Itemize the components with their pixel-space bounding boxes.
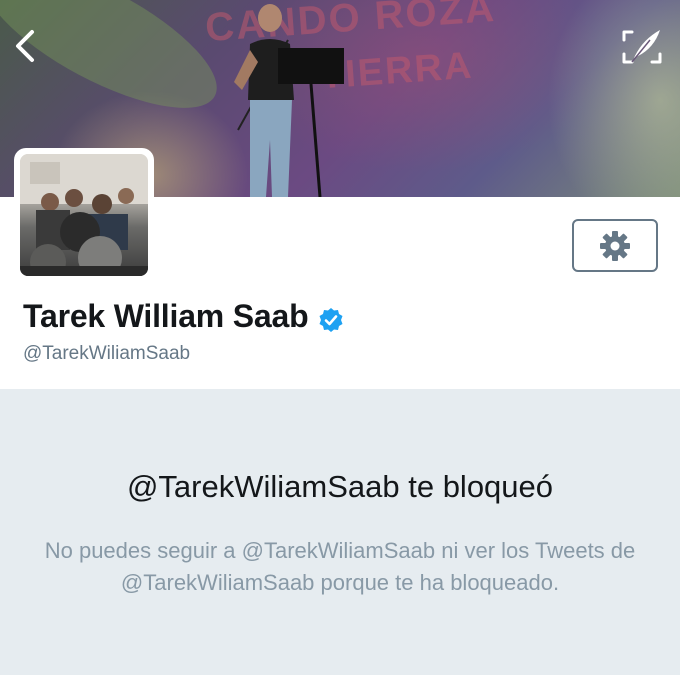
verified-badge-icon: [319, 308, 343, 332]
compose-icon[interactable]: [620, 26, 664, 68]
gear-icon: [600, 230, 630, 261]
avatar[interactable]: [14, 148, 154, 282]
blocked-notice: @TarekWiliamSaab te bloqueó No puedes se…: [0, 389, 680, 675]
avatar-caption: [20, 266, 148, 276]
settings-button[interactable]: [572, 219, 658, 272]
user-handle: @TarekWiliamSaab: [23, 343, 191, 364]
back-icon[interactable]: [8, 26, 44, 66]
blocked-message: No puedes seguir a @TarekWiliamSaab ni v…: [44, 538, 636, 595]
avatar-photo: [20, 154, 148, 276]
blocked-title: @TarekWiliamSaab te bloqueó: [126, 469, 554, 504]
banner-foliage: [0, 0, 236, 136]
display-name: Tarek William Saab: [23, 298, 309, 334]
banner-performer-figure: [234, 4, 344, 197]
